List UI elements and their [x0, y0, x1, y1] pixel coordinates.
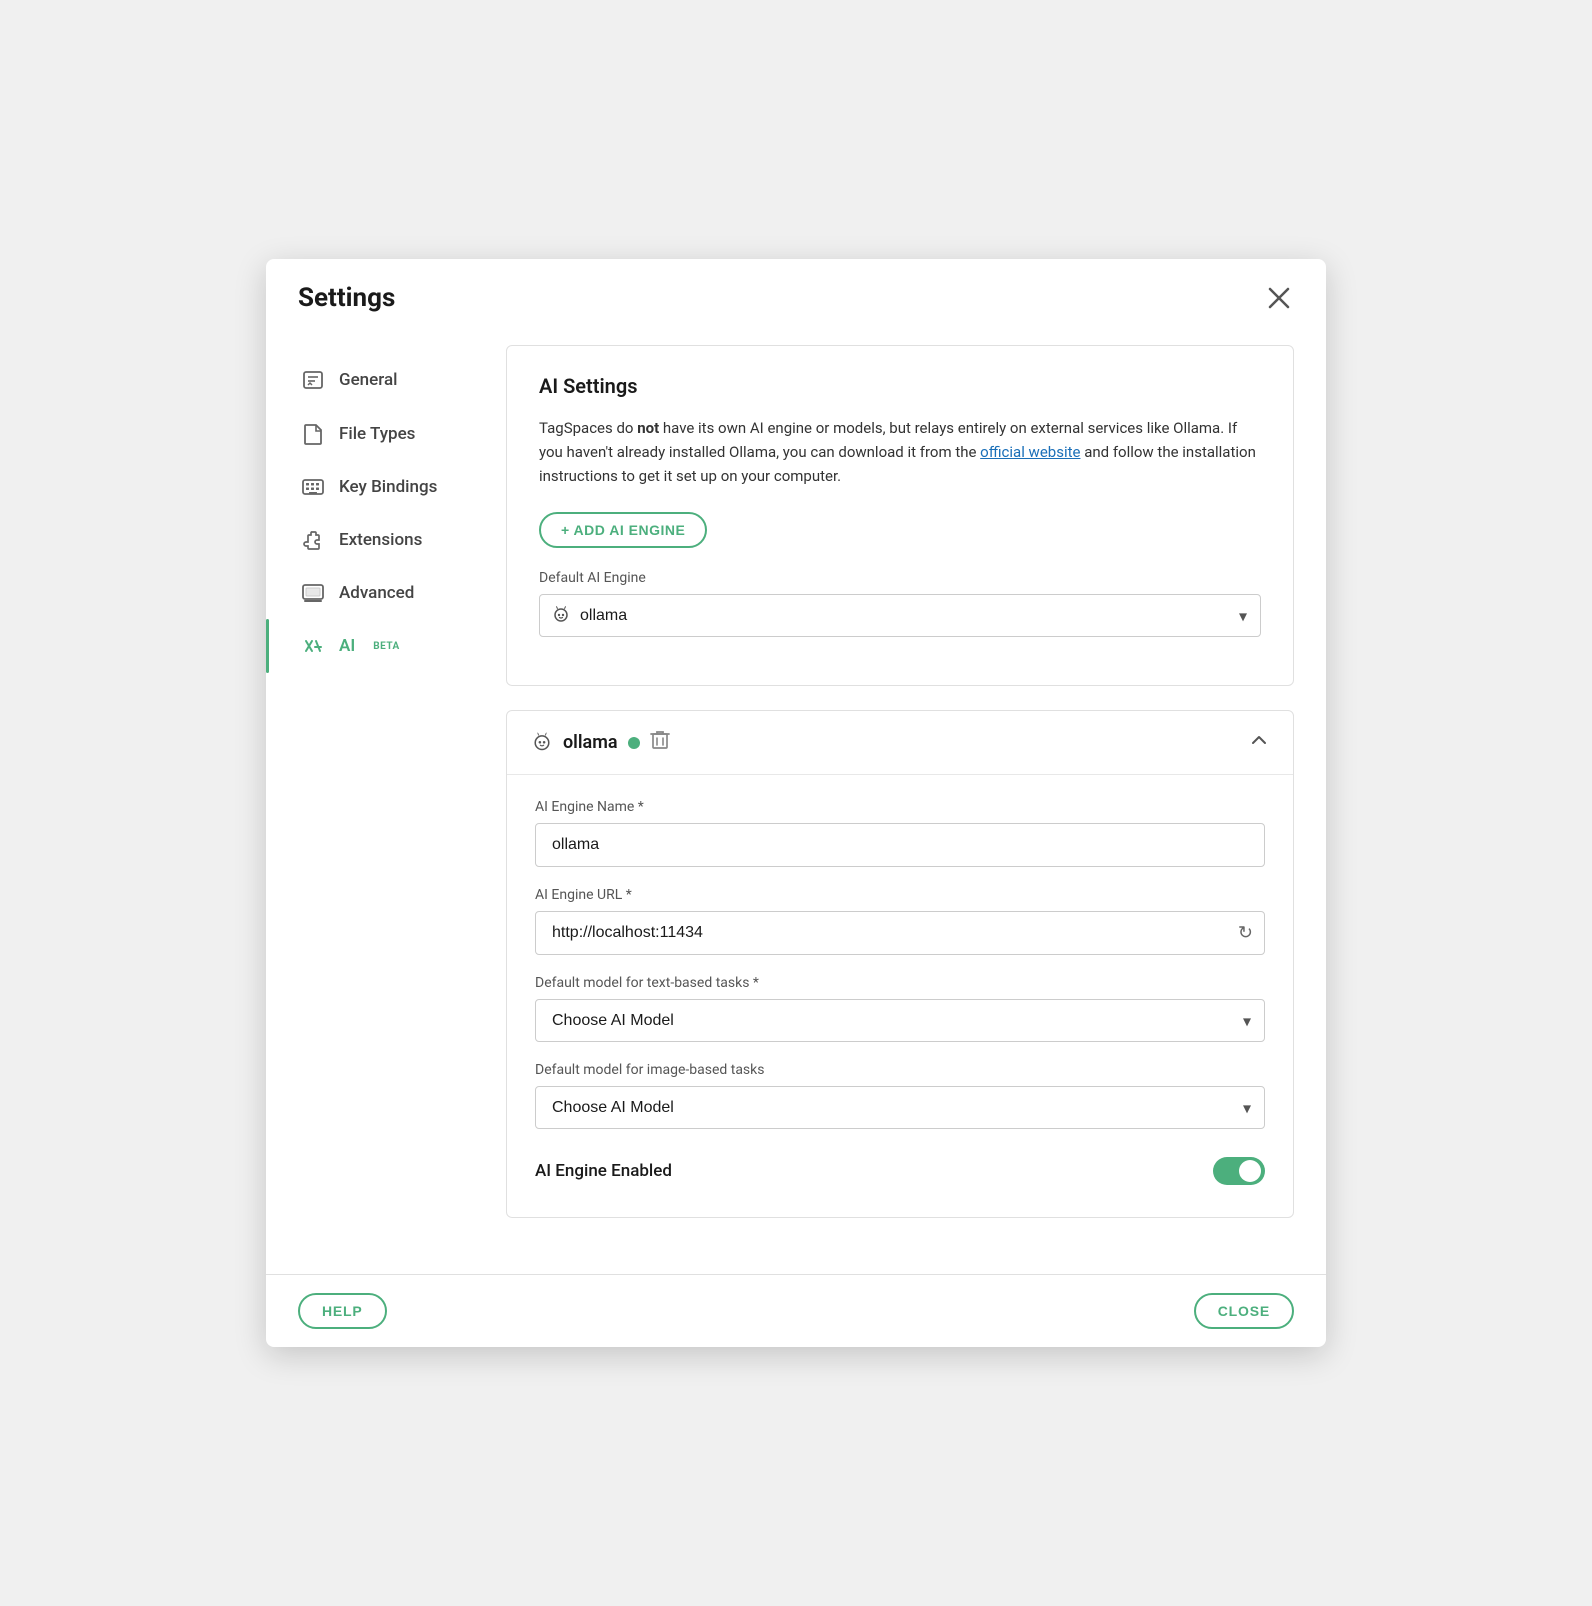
desc-bold: not [637, 419, 659, 437]
advanced-icon [301, 584, 325, 602]
engine-card-body: AI Engine Name * AI Engine URL * ↻ Defau [507, 775, 1293, 1217]
sidebar-item-key-bindings-label: Key Bindings [339, 477, 437, 497]
text-model-field: Default model for text-based tasks * Cho… [535, 975, 1265, 1042]
default-engine-select[interactable]: ollama [539, 594, 1261, 637]
sidebar-item-ai-label: AI [339, 636, 355, 656]
content-area: AI Settings TagSpaces do not have its ow… [486, 345, 1326, 1274]
engine-status-dot [628, 737, 640, 749]
refresh-url-button[interactable]: ↻ [1238, 923, 1253, 944]
engine-enabled-toggle[interactable] [1213, 1157, 1265, 1185]
engine-name-field: AI Engine Name * [535, 799, 1265, 867]
add-ai-engine-button[interactable]: + ADD AI ENGINE [539, 512, 707, 548]
text-model-label: Default model for text-based tasks * [535, 975, 1265, 991]
general-icon [301, 369, 325, 391]
default-engine-select-wrapper: ollama ▾ [539, 594, 1261, 637]
engine-enabled-row: AI Engine Enabled [535, 1149, 1265, 1193]
add-engine-btn-label: + ADD AI ENGINE [561, 522, 685, 538]
modal-header: Settings [266, 259, 1326, 329]
engine-name-label: AI Engine Name * [535, 799, 1265, 815]
modal-close-button[interactable] [1264, 283, 1294, 313]
help-button[interactable]: HELP [298, 1293, 387, 1329]
sidebar-item-general[interactable]: General [266, 353, 486, 407]
close-button[interactable]: CLOSE [1194, 1293, 1294, 1329]
engine-url-input-wrapper: ↻ [535, 911, 1265, 955]
engine-enabled-label: AI Engine Enabled [535, 1161, 672, 1181]
ai-beta-badge: BETA [373, 641, 400, 652]
engine-url-input[interactable] [535, 911, 1265, 955]
engine-name-row: ollama [531, 729, 1249, 756]
sidebar-item-advanced[interactable]: Advanced [266, 567, 486, 619]
delete-engine-button[interactable] [650, 729, 670, 756]
engine-ollama-icon [531, 730, 553, 756]
sidebar-item-ai[interactable]: AI BETA [269, 619, 486, 673]
sidebar-item-extensions-label: Extensions [339, 530, 422, 550]
sidebar-item-key-bindings[interactable]: Key Bindings [266, 461, 486, 513]
modal-title: Settings [298, 283, 395, 313]
desc-part1: TagSpaces do [539, 419, 637, 437]
image-model-field: Default model for image-based tasks Choo… [535, 1062, 1265, 1129]
sidebar-item-extensions[interactable]: Extensions [266, 513, 486, 567]
engine-name-text: ollama [563, 732, 618, 753]
engine-url-label: AI Engine URL * [535, 887, 1265, 903]
settings-modal: Settings General File Types [266, 259, 1326, 1347]
sidebar-item-file-types-label: File Types [339, 424, 415, 444]
ai-description: TagSpaces do not have its own AI engine … [539, 416, 1261, 488]
engine-card: ollama AI Engine Name * [506, 710, 1294, 1218]
default-engine-field: Default AI Engine ollama ▾ [539, 570, 1261, 637]
ai-section-title: AI Settings [539, 374, 1261, 398]
image-model-label: Default model for image-based tasks [535, 1062, 1265, 1078]
engine-card-header[interactable]: ollama [507, 711, 1293, 775]
ai-icon [301, 635, 325, 657]
image-model-select[interactable]: Choose AI Model [535, 1086, 1265, 1129]
modal-footer: HELP CLOSE [266, 1274, 1326, 1347]
text-model-select-wrapper: Choose AI Model ▾ [535, 999, 1265, 1042]
text-model-select[interactable]: Choose AI Model [535, 999, 1265, 1042]
image-model-select-wrapper: Choose AI Model ▾ [535, 1086, 1265, 1129]
sidebar-item-general-label: General [339, 370, 397, 390]
engine-url-field: AI Engine URL * ↻ [535, 887, 1265, 955]
default-engine-label: Default AI Engine [539, 570, 1261, 586]
keyboard-icon [301, 479, 325, 495]
toggle-slider [1213, 1157, 1265, 1185]
official-website-link[interactable]: official website [980, 443, 1080, 461]
sidebar: General File Types Key Bindings [266, 345, 486, 1274]
puzzle-icon [301, 529, 325, 551]
ai-settings-section: AI Settings TagSpaces do not have its ow… [506, 345, 1294, 686]
sidebar-item-file-types[interactable]: File Types [266, 407, 486, 461]
modal-body: General File Types Key Bindings [266, 329, 1326, 1274]
file-icon [301, 423, 325, 445]
sidebar-item-advanced-label: Advanced [339, 583, 414, 603]
engine-name-input[interactable] [535, 823, 1265, 867]
collapse-icon[interactable] [1249, 730, 1269, 755]
close-icon [1268, 287, 1290, 309]
